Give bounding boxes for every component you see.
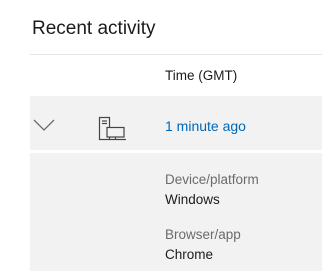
column-header-time: Time (GMT) (165, 68, 238, 83)
chevron-down-icon[interactable] (32, 117, 56, 133)
device-desktop-icon (98, 116, 126, 141)
activity-time-link[interactable]: 1 minute ago (165, 117, 246, 135)
device-platform-label: Device/platform (165, 172, 259, 187)
device-platform-value: Windows (165, 192, 220, 207)
recent-activity-panel: Recent activity Time (GMT) 1 minute ago … (0, 0, 322, 271)
browser-app-label: Browser/app (165, 227, 241, 242)
browser-app-value: Chrome (165, 247, 214, 262)
title-divider (30, 54, 322, 55)
section-title: Recent activity (32, 18, 156, 39)
